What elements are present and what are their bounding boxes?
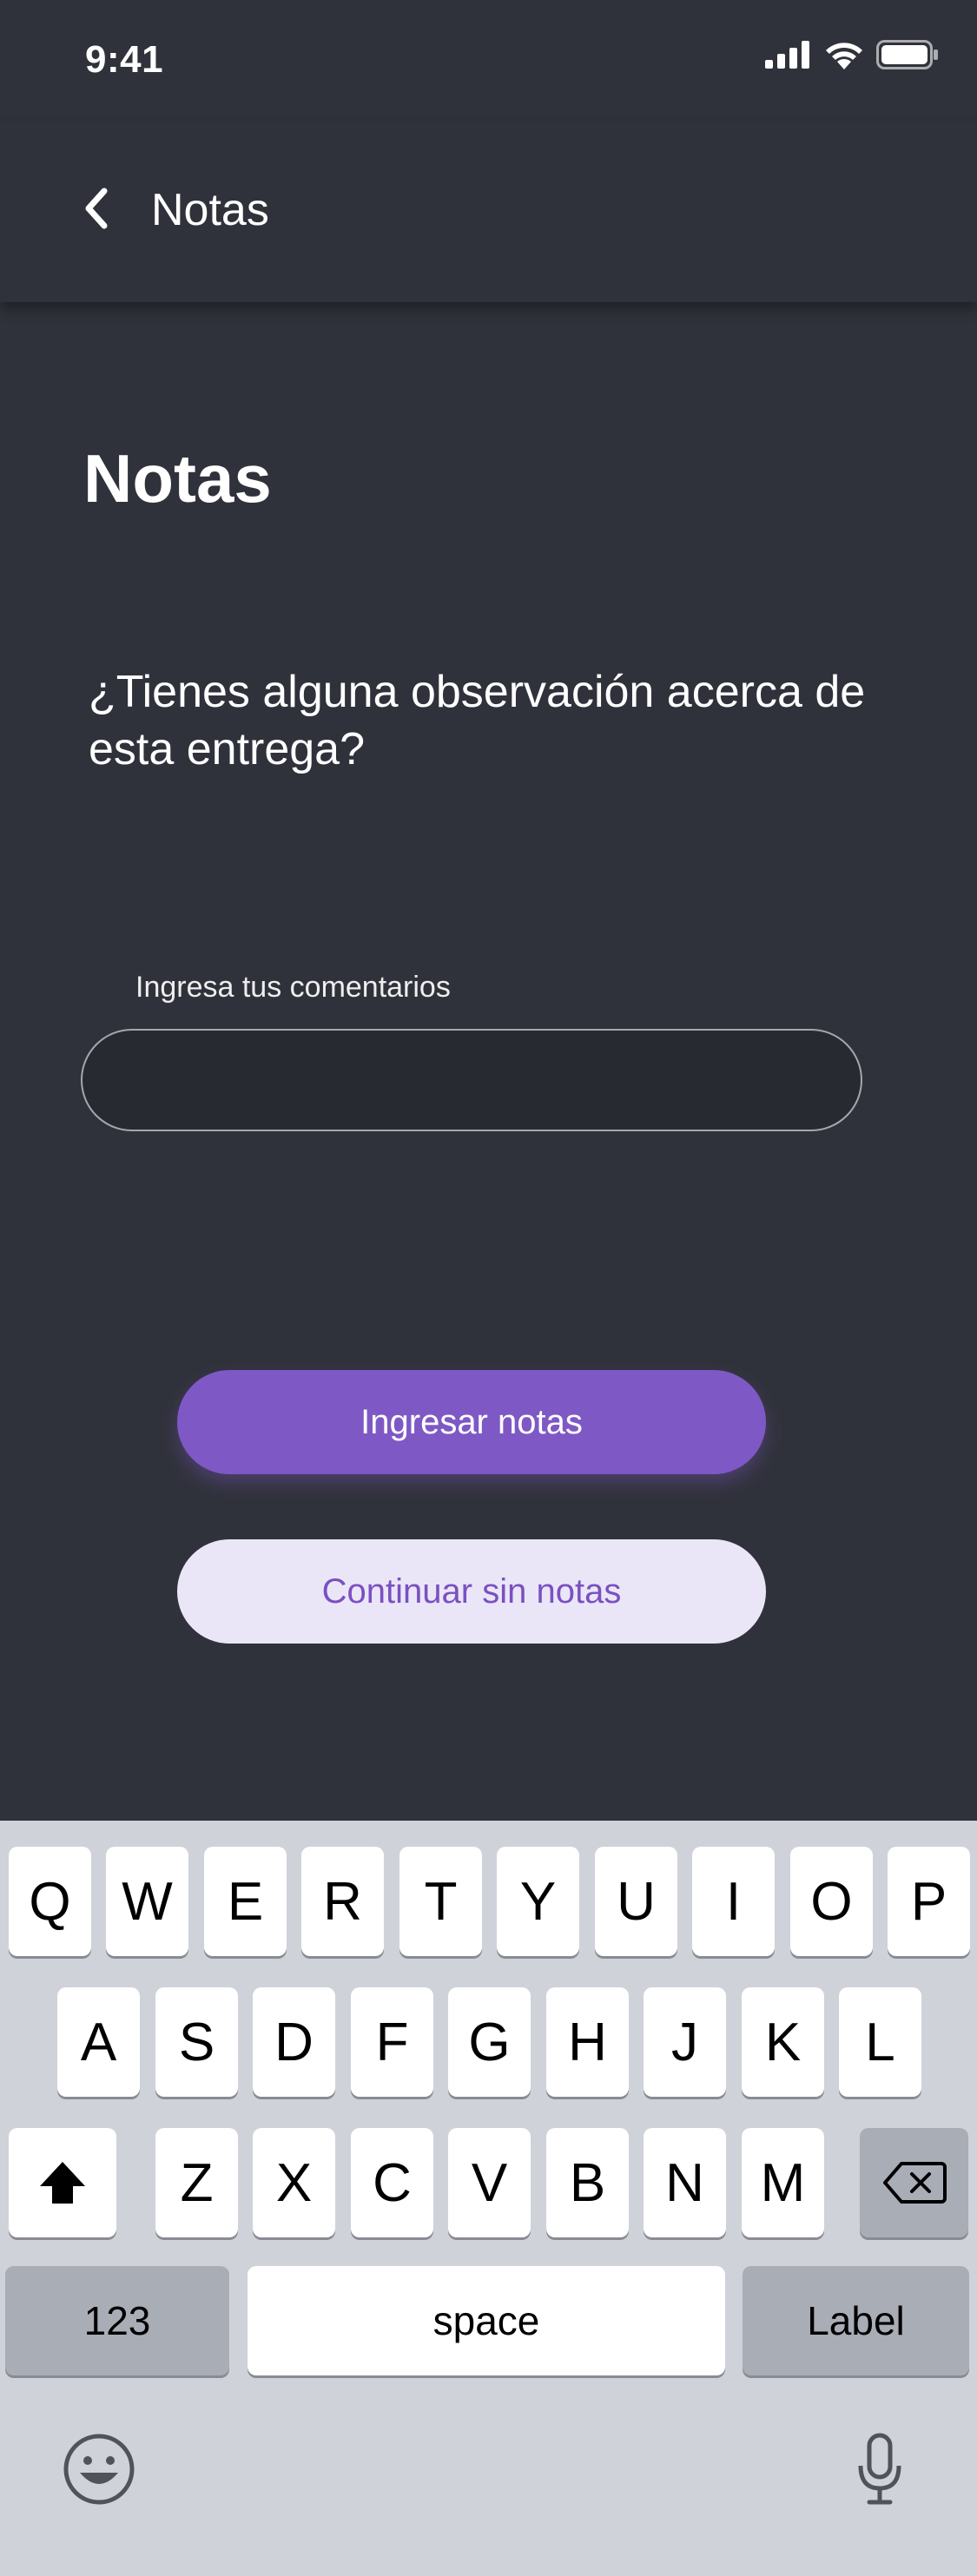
delete-icon <box>882 2162 947 2204</box>
key-q[interactable]: Q <box>9 1847 91 1956</box>
key-n[interactable]: N <box>644 2128 726 2237</box>
key-f[interactable]: F <box>351 1987 433 2097</box>
back-button[interactable] <box>73 182 125 234</box>
key-m[interactable]: M <box>742 2128 824 2237</box>
key-h[interactable]: H <box>546 1987 629 2097</box>
continue-without-notes-button[interactable]: Continuar sin notas <box>177 1539 766 1644</box>
delete-key[interactable] <box>860 2128 968 2237</box>
key-t[interactable]: T <box>399 1847 482 1956</box>
key-p[interactable]: P <box>888 1847 970 1956</box>
keyboard: Q W E R T Y U I O P A S D F G H J K L Z … <box>0 1821 977 2576</box>
battery-icon <box>876 40 938 69</box>
key-z[interactable]: Z <box>155 2128 238 2237</box>
key-o[interactable]: O <box>790 1847 873 1956</box>
key-k[interactable]: K <box>742 1987 824 2097</box>
emoji-icon <box>63 2434 135 2505</box>
key-w[interactable]: W <box>106 1847 188 1956</box>
question-text: ¿Tienes alguna observación acerca de est… <box>89 667 866 774</box>
wifi-icon <box>826 43 862 69</box>
key-e[interactable]: E <box>204 1847 287 1956</box>
comments-field-label: Ingresa tus comentarios <box>135 971 451 1004</box>
status-icons <box>765 40 939 69</box>
key-s[interactable]: S <box>155 1987 238 2097</box>
shift-icon <box>40 2162 85 2204</box>
comments-input[interactable] <box>81 1029 862 1131</box>
shift-key[interactable] <box>9 2128 116 2237</box>
key-y[interactable]: Y <box>497 1847 579 1956</box>
key-b[interactable]: B <box>546 2128 629 2237</box>
key-u[interactable]: U <box>595 1847 677 1956</box>
page-title: Notas <box>83 440 272 517</box>
status-bar: 9:41 <box>0 0 977 122</box>
key-j[interactable]: J <box>644 1987 726 2097</box>
return-key[interactable]: Label <box>743 2266 969 2375</box>
app-bar: Notas <box>0 122 977 302</box>
key-x[interactable]: X <box>253 2128 335 2237</box>
numbers-key[interactable]: 123 <box>5 2266 229 2375</box>
chevron-left-icon <box>85 188 108 229</box>
key-v[interactable]: V <box>448 2128 531 2237</box>
key-d[interactable]: D <box>253 1987 335 2097</box>
microphone-button[interactable] <box>856 2433 903 2512</box>
space-key[interactable]: space <box>248 2266 725 2375</box>
microphone-icon <box>858 2433 901 2505</box>
app-bar-title: Notas <box>151 185 269 235</box>
emoji-button[interactable] <box>63 2433 135 2510</box>
status-time: 9:41 <box>85 38 164 81</box>
key-l[interactable]: L <box>839 1987 921 2097</box>
key-g[interactable]: G <box>448 1987 531 2097</box>
key-r[interactable]: R <box>301 1847 384 1956</box>
key-i[interactable]: I <box>692 1847 775 1956</box>
signal-icon <box>765 41 809 69</box>
key-a[interactable]: A <box>57 1987 140 2097</box>
key-c[interactable]: C <box>351 2128 433 2237</box>
submit-notes-button[interactable]: Ingresar notas <box>177 1370 766 1474</box>
